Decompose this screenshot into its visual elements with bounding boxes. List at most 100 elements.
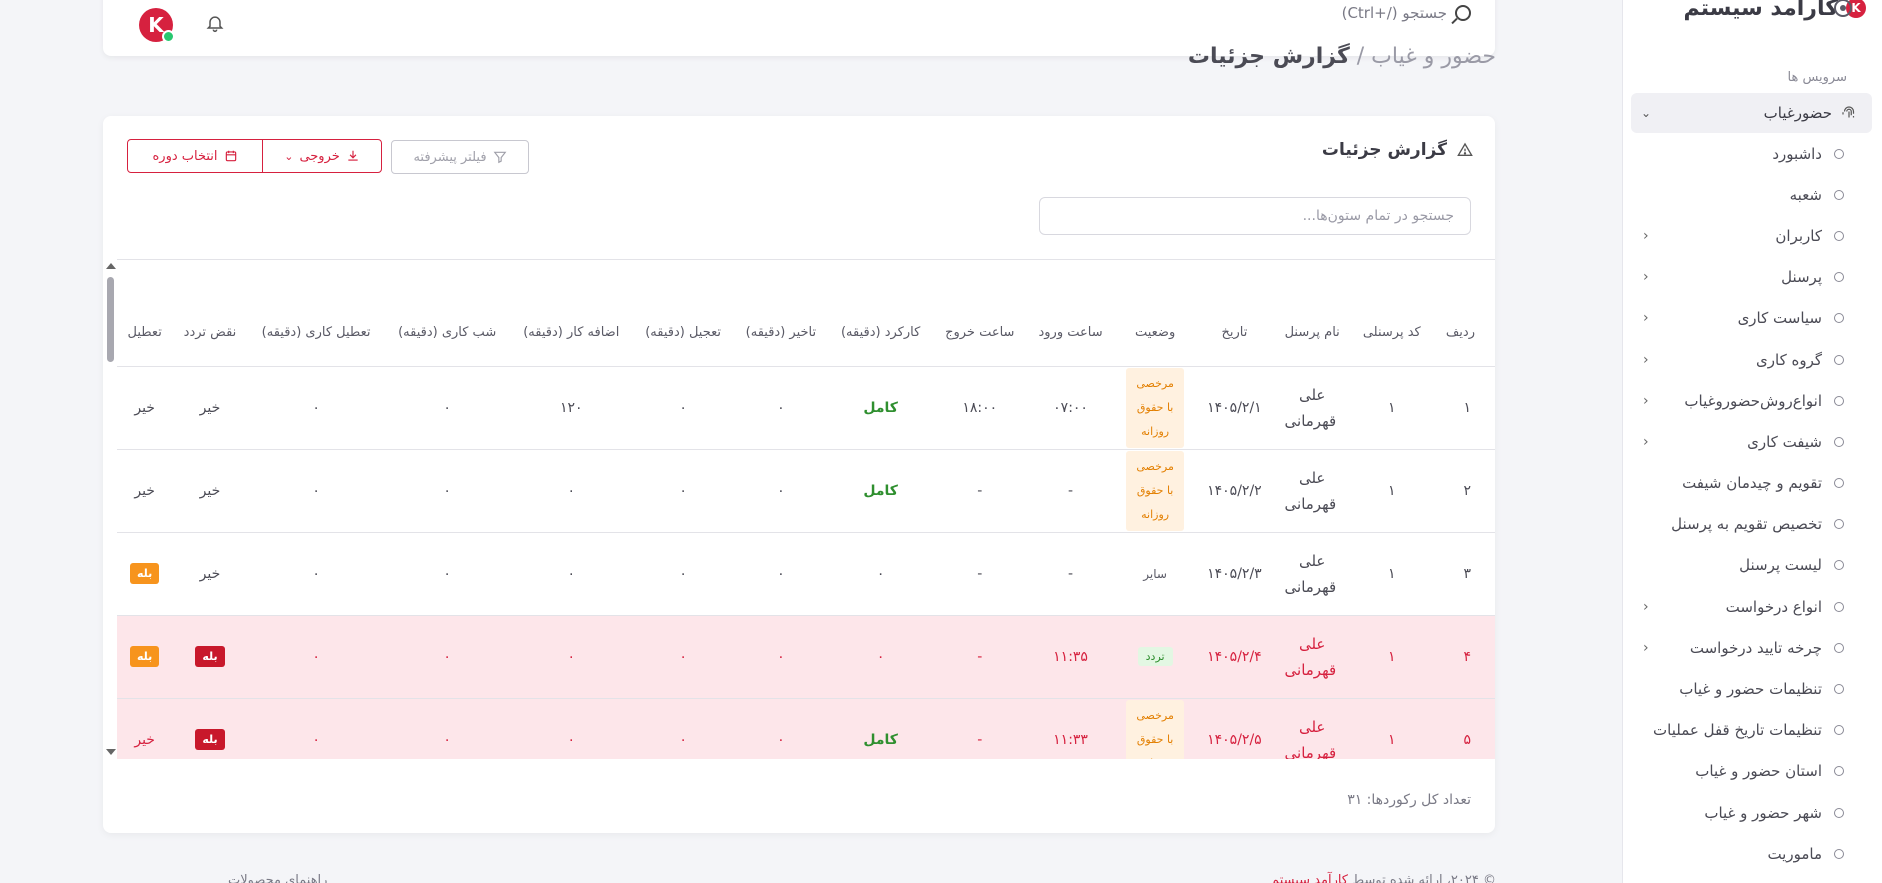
sidebar-item-attendance[interactable]: حضورغیاب ⌄ (1631, 93, 1872, 133)
sidebar-item-16[interactable]: شهر حضور و غیاب (1623, 792, 1882, 833)
cell-code: ۱ (1351, 698, 1433, 759)
cell-early: ۰ (632, 366, 734, 450)
cell-date: ۱۴۰۵/۲/۳ (1195, 532, 1274, 616)
circle-icon (1834, 354, 1844, 365)
bell-icon[interactable] (205, 12, 225, 34)
status-badge: مرخصی با حقوق روزانه (1126, 450, 1185, 531)
cell-late: ۰ (733, 698, 829, 759)
cell-value: ۱ (1388, 648, 1396, 665)
cell-status: تردد (1114, 615, 1196, 699)
status-badge: بله (130, 646, 160, 667)
footer-help-link[interactable]: راهنمای محصولات (228, 873, 327, 883)
table-row[interactable]: ۲ ۱ علی قهرمانی ۱۴۰۵/۲/۲ مرخصی با حقوق روزان… (117, 449, 1495, 533)
sidebar-item-10[interactable]: لیست پرسنل (1623, 545, 1882, 586)
table-row[interactable]: ۵ ۱ علی قهرمانی ۱۴۰۵/۲/۵ مرخصی با حقوق روزان… (117, 698, 1495, 759)
select-period-button[interactable]: انتخاب دوره (127, 139, 263, 173)
cell-status: مرخصی با حقوق روزانه (1114, 449, 1196, 533)
column-header[interactable]: وضعیت (1114, 260, 1196, 367)
cell-value: خیر (134, 399, 155, 416)
sidebar-item-label: تنظیمات تاریخ قفل عملیات (1653, 721, 1822, 740)
sidebar-item-label: انواع‌روش‌حضوروغیاب (1684, 391, 1822, 410)
avatar[interactable]: K (139, 8, 175, 43)
export-button[interactable]: خروجی ⌄ (262, 139, 382, 173)
scroll-thumb[interactable] (107, 277, 114, 362)
section-title: سرویس ها (1787, 70, 1847, 85)
scroll-up-icon[interactable] (106, 263, 116, 269)
cell-value: ۰ (567, 731, 576, 748)
sidebar-item-4[interactable]: سیاست کاری ‹ (1623, 298, 1882, 339)
sidebar-item-17[interactable]: ماموریت (1623, 833, 1882, 874)
sidebar-item-1[interactable]: شعبه (1623, 174, 1882, 215)
sidebar-item-7[interactable]: شیفت کاری ‹ (1623, 421, 1882, 462)
sidebar-item-8[interactable]: تقویم و چیدمان شیفت (1623, 463, 1882, 504)
breadcrumb-parent[interactable]: حضور و غیاب (1371, 44, 1496, 69)
column-search-input[interactable] (1039, 197, 1471, 235)
circle-icon (1834, 395, 1844, 406)
cell-in: ۱۱:۳۵ (1026, 615, 1115, 699)
sidebar-item-0[interactable]: داشبورد (1623, 133, 1882, 174)
sidebar-item-2[interactable]: کاربران ‹ (1623, 215, 1882, 256)
sidebar-item-3[interactable]: پرسنل ‹ (1623, 257, 1882, 298)
global-search-label: جستجو (/+Ctrl) (1341, 4, 1447, 22)
column-header[interactable]: تعجیل (دقیقه) (632, 260, 734, 367)
column-header[interactable]: ساعت ورود (1026, 260, 1115, 367)
sidebar-item-6[interactable]: انواع‌روش‌حضوروغیاب ‹ (1623, 380, 1882, 421)
cell-value: کامل (863, 399, 898, 416)
column-header[interactable]: تعطیل کاری (دقیقه) (247, 260, 385, 367)
chevron-left-icon: ‹ (1643, 433, 1649, 450)
cell-value: علی قهرمانی (1284, 385, 1337, 430)
footer-link[interactable]: کارآمد سیستم (1271, 873, 1348, 883)
column-header[interactable]: کارکرد (دقیقه) (828, 260, 933, 367)
cell-code: ۱ (1351, 615, 1433, 699)
chevron-left-icon: ‹ (1643, 392, 1649, 409)
cell-holiday: بله (117, 532, 173, 616)
cell-value: خیر (199, 482, 221, 499)
cell-work: کامل (828, 449, 933, 533)
column-header[interactable]: نقض تردد (172, 260, 248, 367)
breadcrumb-separator: / (1349, 44, 1372, 69)
sidebar-item-14[interactable]: تنظیمات تاریخ قفل عملیات (1623, 710, 1882, 751)
column-header[interactable]: شب کاری (دقیقه) (384, 260, 510, 367)
advanced-filter-button[interactable]: فیلتر پیشرفته (391, 140, 529, 174)
sidebar-item-11[interactable]: انواع درخواست ‹ (1623, 586, 1882, 627)
column-header[interactable]: تاخیر (دقیقه) (733, 260, 829, 367)
cell-overtime: ۰ (509, 698, 633, 759)
filter-icon (493, 151, 506, 164)
cell-value: ۰ (443, 648, 451, 665)
cell-name: علی قهرمانی (1273, 449, 1352, 533)
column-header[interactable]: کد پرسنلی (1351, 260, 1433, 367)
cell-value: ۰۷:۰۰ (1053, 399, 1088, 416)
cell-row: ۱ (1432, 366, 1495, 450)
column-header[interactable]: تعطیل (117, 260, 173, 367)
sidebar-item-5[interactable]: گروه کاری ‹ (1623, 339, 1882, 380)
cell-early: ۰ (632, 532, 734, 616)
table-row[interactable]: ۴ ۱ علی قهرمانی ۱۴۰۵/۲/۴ تردد ۱۱:۳۵ - ۰ ۰ ۰ ۰ ۰ ۰ بله… (117, 615, 1495, 699)
column-header[interactable]: ردیف (1432, 260, 1495, 367)
table-scrollbar[interactable] (106, 263, 116, 755)
sidebar-item-13[interactable]: تنظیمات حضور و غیاب (1623, 668, 1882, 709)
circle-icon (1834, 807, 1844, 818)
sidebar-item-12[interactable]: چرخه تایید درخواست ‹ (1623, 627, 1882, 668)
cell-holiday_work: ۰ (247, 366, 385, 450)
cell-work: کامل (828, 366, 933, 450)
sidebar-item-label: استان حضور و غیاب (1695, 762, 1822, 781)
scroll-down-icon[interactable] (106, 749, 116, 755)
column-header[interactable]: ساعت خروج (932, 260, 1027, 367)
table-row[interactable]: ۱ ۱ علی قهرمانی ۱۴۰۵/۲/۱ مرخصی با حقوق روزان… (117, 366, 1495, 450)
sidebar-item-9[interactable]: تخصیص تقویم به پرسنل (1623, 504, 1882, 545)
chevron-down-icon: ⌄ (284, 149, 294, 163)
cell-value: ۰ (443, 399, 451, 416)
search-icon (1455, 5, 1471, 21)
status-badge: تردد (1137, 647, 1173, 666)
table-row[interactable]: ۳ ۱ علی قهرمانی ۱۴۰۵/۲/۳ سایر - - ۰ ۰ ۰ ۰ ۰ ۰ خیر بله (117, 532, 1495, 616)
sidebar-item-15[interactable]: استان حضور و غیاب (1623, 751, 1882, 792)
circle-icon (1834, 684, 1844, 695)
column-header[interactable]: اضافه کار (دقیقه) (509, 260, 633, 367)
cell-name: علی قهرمانی (1273, 532, 1352, 616)
cell-value: ۰ (312, 482, 320, 499)
column-header[interactable]: نام پرسنل (1273, 260, 1352, 367)
column-header[interactable]: تاریخ (1195, 260, 1274, 367)
cell-value: ۵ (1463, 731, 1471, 748)
cell-value: ۰ (777, 648, 785, 665)
global-search[interactable]: جستجو (/+Ctrl) (1342, 4, 1471, 22)
